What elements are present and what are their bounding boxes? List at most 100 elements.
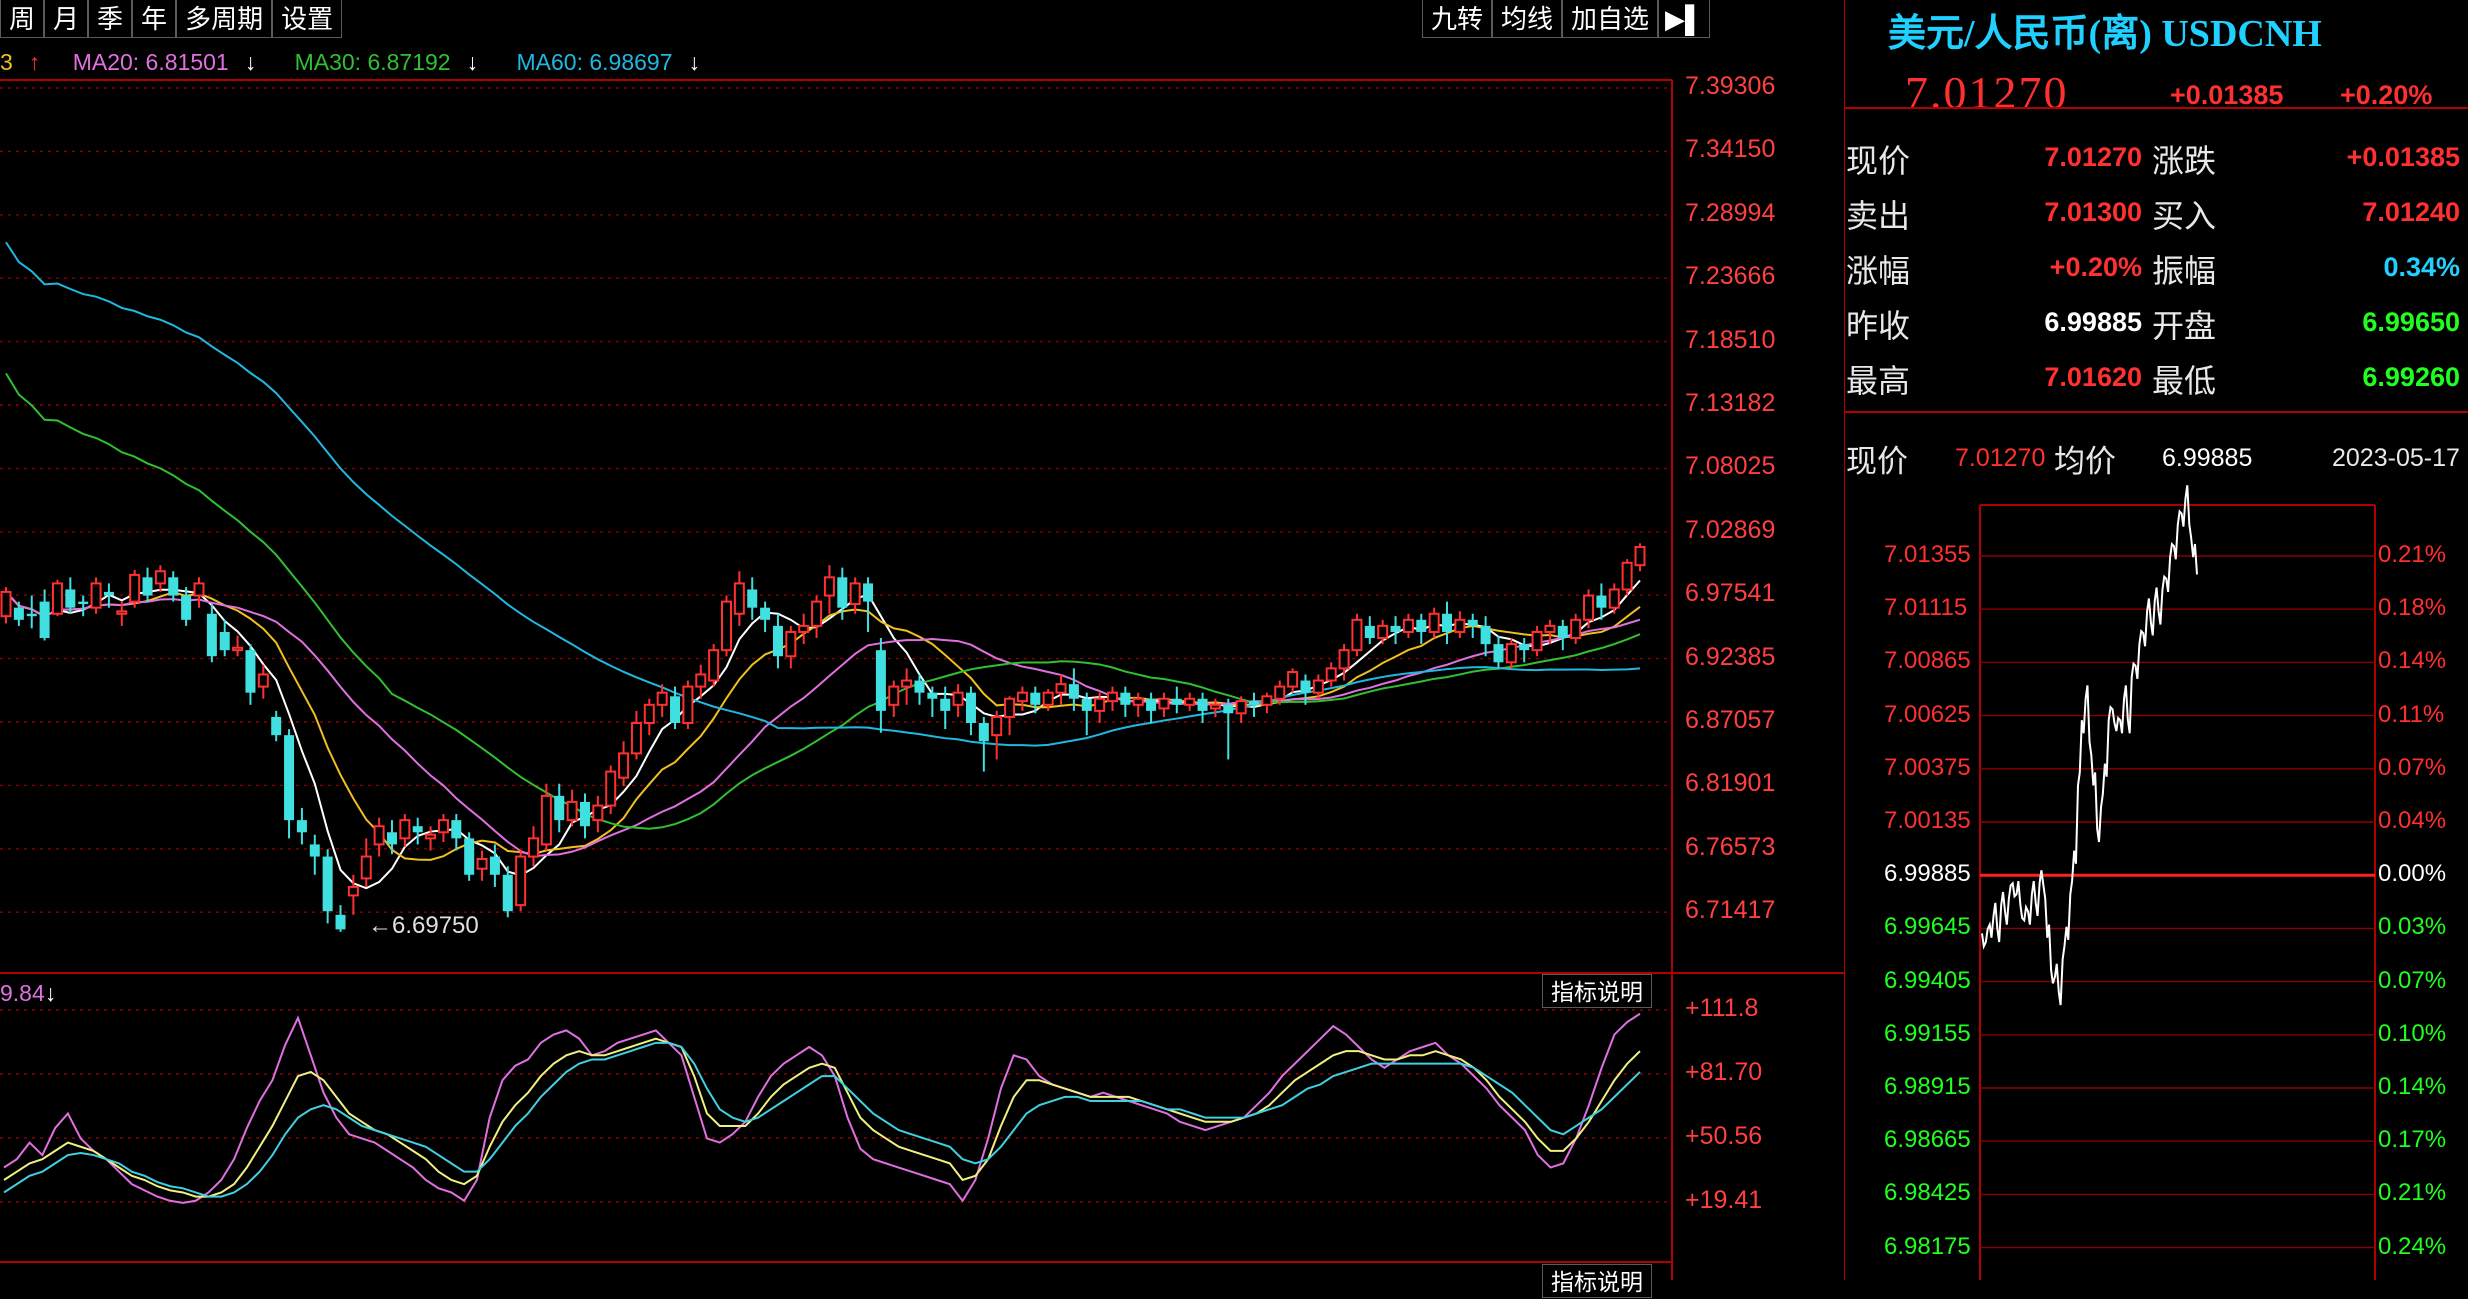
candle-body xyxy=(978,723,989,742)
intraday-price-line xyxy=(1981,485,2198,1006)
intraday-left-label: 7.00135 xyxy=(1884,807,1971,834)
candle-body xyxy=(579,801,590,827)
candle-body xyxy=(747,589,758,608)
candle-body xyxy=(347,885,359,897)
candle-body xyxy=(1146,698,1157,711)
candle-body xyxy=(451,820,462,839)
candle-body xyxy=(1583,594,1595,621)
intraday-right-label: 0.21% xyxy=(2378,1179,2447,1207)
candle-body xyxy=(695,673,707,688)
intraday-right-label: 0.00% xyxy=(2378,860,2447,888)
candle-body xyxy=(284,735,295,821)
candle-body xyxy=(1351,618,1363,652)
candle-body xyxy=(1621,561,1633,591)
candle-body xyxy=(309,844,320,857)
candle-body xyxy=(1081,698,1092,711)
candle-body xyxy=(399,819,411,840)
candle-body xyxy=(798,624,810,633)
candle-body xyxy=(1416,619,1427,632)
candle-body xyxy=(232,646,244,652)
intraday-right-label: 0.21% xyxy=(2378,541,2447,568)
candle-body xyxy=(78,601,89,605)
candle-body xyxy=(1608,588,1620,609)
candle-body xyxy=(1390,625,1401,632)
osc-j-line xyxy=(3,1041,1641,1198)
intraday-left-label: 6.98425 xyxy=(1884,1179,1971,1207)
candle-body xyxy=(991,715,1003,737)
price-axis-label: 7.34150 xyxy=(1685,135,1776,164)
candle-body xyxy=(168,577,179,596)
osc-axis-label: +19.41 xyxy=(1685,1186,1763,1214)
ma30-line xyxy=(5,372,1641,830)
candle-body xyxy=(335,914,346,930)
candle-body xyxy=(888,685,900,706)
candle-body xyxy=(0,590,12,618)
candle-body xyxy=(1442,613,1453,632)
candle-body xyxy=(849,582,861,606)
candle-body xyxy=(245,650,256,693)
candle-body xyxy=(476,857,488,870)
price-axis-label: 6.97541 xyxy=(1685,579,1776,608)
candle-body xyxy=(1505,643,1517,664)
candle-body xyxy=(322,856,333,912)
candle-body xyxy=(1261,695,1273,706)
indicator-help-button[interactable]: 指标说明 xyxy=(1542,974,1652,1008)
intraday-left-label: 6.98175 xyxy=(1884,1232,1971,1260)
candle-body xyxy=(1235,700,1247,715)
osc-d-line xyxy=(3,1037,1641,1198)
candle-body xyxy=(1480,625,1491,645)
indicator-value: 9.84↓ xyxy=(0,980,57,1006)
candle-body xyxy=(206,613,217,657)
candle-body xyxy=(1055,683,1067,694)
price-axis-label: 7.18510 xyxy=(1685,325,1776,354)
candle-body xyxy=(1557,625,1568,639)
osc-axis-label: +111.8 xyxy=(1685,994,1759,1022)
candle-body xyxy=(875,650,886,711)
intraday-right-label: 0.07% xyxy=(2378,753,2447,781)
candle-body xyxy=(116,610,128,615)
candle-body xyxy=(1338,649,1350,670)
candle-body xyxy=(65,589,76,608)
candle-body xyxy=(90,582,102,609)
price-axis-label: 6.71417 xyxy=(1685,896,1776,925)
candle-body xyxy=(1042,691,1054,706)
intraday-right-label: 0.24% xyxy=(2378,1232,2447,1260)
osc-axis-label: +50.56 xyxy=(1685,1122,1763,1150)
candle-body xyxy=(51,582,63,615)
candle-body xyxy=(1634,545,1646,567)
candle-body xyxy=(1596,595,1607,608)
candle-body xyxy=(863,583,874,602)
candle-body xyxy=(502,874,513,912)
candle-body xyxy=(952,691,964,706)
candle-body xyxy=(1197,698,1208,711)
candle-body xyxy=(257,673,269,688)
candle-body xyxy=(940,698,951,711)
candle-body xyxy=(412,826,423,833)
candle-body xyxy=(1209,703,1221,710)
candle-body xyxy=(1467,619,1478,626)
intraday-right-label: 0.14% xyxy=(2378,1073,2447,1100)
price-axis-label: 6.87057 xyxy=(1685,706,1776,734)
candle-body xyxy=(1094,697,1106,712)
candle-body xyxy=(1184,697,1196,706)
price-axis-label: 6.92385 xyxy=(1685,642,1776,671)
candle-body xyxy=(39,601,50,639)
candle-body xyxy=(1519,644,1530,651)
intraday-left-label: 7.01355 xyxy=(1884,541,1971,568)
candle-body xyxy=(708,649,720,682)
candle-body xyxy=(219,631,230,651)
candle-body xyxy=(760,607,771,620)
kline-chart[interactable] xyxy=(0,0,1845,1280)
price-axis-label: 7.28994 xyxy=(1685,198,1776,227)
candle-body xyxy=(566,800,578,822)
indicator-help-button-lower[interactable]: 指标说明 xyxy=(1542,1264,1652,1298)
candle-body xyxy=(489,856,500,875)
candle-body xyxy=(1428,612,1440,633)
candle-body xyxy=(154,570,166,585)
intraday-right-label: 0.11% xyxy=(2378,700,2445,728)
candle-body xyxy=(772,625,783,657)
intraday-left-label: 7.00375 xyxy=(1884,753,1971,781)
candle-body xyxy=(721,600,733,652)
intraday-right-label: 0.10% xyxy=(2378,1019,2447,1047)
candle-body xyxy=(373,825,385,846)
